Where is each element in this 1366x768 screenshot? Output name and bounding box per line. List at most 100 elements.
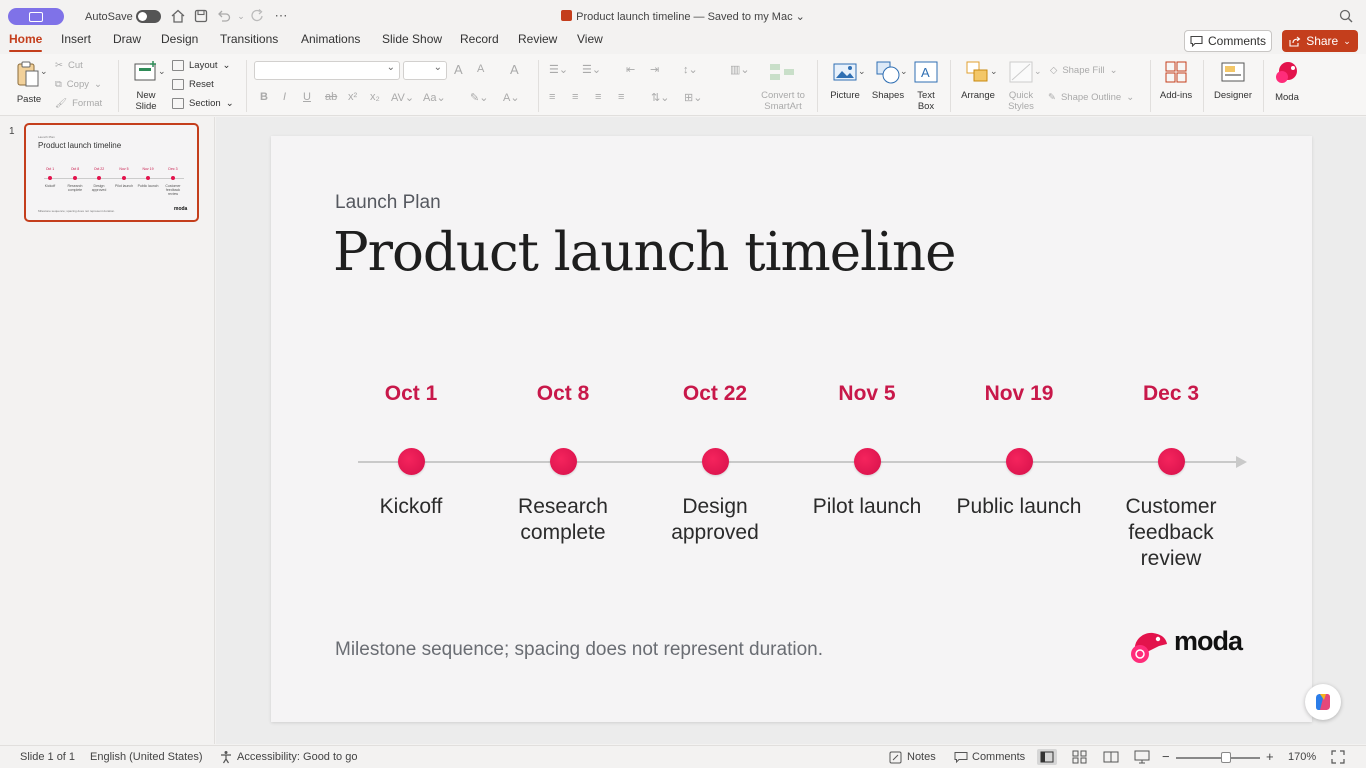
milestone-dot[interactable] <box>550 448 577 475</box>
highlight-icon[interactable]: ✎⌄ <box>470 91 488 104</box>
milestone-date[interactable]: Oct 1 <box>336 382 486 406</box>
milestone-label[interactable]: Public launch <box>934 494 1104 520</box>
milestone-dot[interactable] <box>1006 448 1033 475</box>
slide-thumbnail[interactable]: Launch Plan Product launch timeline Oct … <box>24 123 199 222</box>
tab-home[interactable]: Home <box>9 32 43 52</box>
accessibility-icon[interactable] <box>219 750 233 764</box>
milestone-dot[interactable] <box>854 448 881 475</box>
text-direction-icon[interactable]: ⇅⌄ <box>651 91 669 104</box>
paste-dropdown-icon[interactable]: ⌄ <box>40 66 48 77</box>
align-text-icon[interactable]: ⊞⌄ <box>684 91 702 104</box>
underline-icon[interactable]: U <box>303 91 311 103</box>
zoom-in-icon[interactable]: + <box>1266 749 1274 764</box>
milestone-date[interactable]: Nov 19 <box>944 382 1094 406</box>
milestone-label[interactable]: Research complete <box>503 494 623 546</box>
tab-record[interactable]: Record <box>460 32 499 46</box>
milestone-date[interactable]: Dec 3 <box>1096 382 1246 406</box>
decrease-font-icon[interactable]: A <box>477 63 484 75</box>
shapes-dropdown-icon[interactable]: ⌄ <box>900 66 908 77</box>
increase-indent-icon[interactable]: ⇥ <box>650 63 659 76</box>
slide-show-icon[interactable] <box>1132 749 1152 765</box>
reading-view-icon[interactable] <box>1101 749 1121 765</box>
copy-button[interactable]: ⧉ Copy ⌄ <box>55 79 102 90</box>
milestone-label[interactable]: Pilot launch <box>782 494 952 520</box>
strikethrough-icon[interactable]: ab <box>325 91 337 103</box>
cut-button[interactable]: ✂ Cut <box>55 60 83 71</box>
tab-review[interactable]: Review <box>518 32 557 46</box>
milestone-dot[interactable] <box>702 448 729 475</box>
superscript-icon[interactable]: x² <box>348 91 357 103</box>
notes-button[interactable]: Notes <box>907 751 936 763</box>
format-painter-button[interactable]: 🖌 Format <box>55 98 102 109</box>
tab-design[interactable]: Design <box>161 32 198 46</box>
shape-outline-button[interactable]: ✎ Shape Outline ⌄ <box>1048 92 1134 103</box>
designer-button[interactable]: Designer <box>1210 60 1256 101</box>
comments-button[interactable]: Comments <box>1184 30 1272 52</box>
slide-sorter-icon[interactable] <box>1070 749 1090 765</box>
comments-status-button[interactable]: Comments <box>972 751 1025 763</box>
arrange-dropdown-icon[interactable]: ⌄ <box>990 66 998 77</box>
milestone-date[interactable]: Oct 22 <box>640 382 790 406</box>
copy-dropdown-icon[interactable]: ⌄ <box>94 79 102 90</box>
layout-button[interactable]: Layout ⌄ <box>172 60 231 71</box>
accessibility-status[interactable]: Accessibility: Good to go <box>237 751 357 763</box>
font-family-select[interactable] <box>254 61 400 80</box>
align-right-icon[interactable]: ≡ <box>595 91 601 103</box>
align-left-icon[interactable]: ≡ <box>549 91 555 103</box>
decrease-indent-icon[interactable]: ⇤ <box>626 63 635 76</box>
font-color-icon[interactable]: A⌄ <box>503 91 520 104</box>
reset-button[interactable]: Reset <box>172 79 214 90</box>
search-icon[interactable] <box>1338 8 1354 24</box>
milestone-date[interactable]: Nov 5 <box>792 382 942 406</box>
tab-transitions[interactable]: Transitions <box>220 32 278 46</box>
milestone-dot[interactable] <box>1158 448 1185 475</box>
new-slide-dropdown-icon[interactable]: ⌄ <box>158 66 166 77</box>
zoom-slider-handle[interactable] <box>1221 752 1231 763</box>
zoom-level[interactable]: 170% <box>1288 751 1316 763</box>
share-dropdown-icon[interactable]: ⌄ <box>1343 36 1351 47</box>
normal-view-icon[interactable] <box>1037 749 1057 765</box>
shape-fill-button[interactable]: ◇ Shape Fill ⌄ <box>1050 65 1118 76</box>
bold-icon[interactable]: B <box>260 91 268 103</box>
tab-slide-show[interactable]: Slide Show <box>382 32 442 46</box>
document-title[interactable]: Product launch timeline — Saved to my Ma… <box>0 10 1366 23</box>
increase-font-icon[interactable]: A <box>454 62 463 77</box>
timeline-axis[interactable] <box>358 461 1238 463</box>
convert-to-smartart-button[interactable]: Convert to SmartArt <box>756 60 810 112</box>
bullets-icon[interactable]: ☰⌄ <box>549 63 568 76</box>
slide-footnote[interactable]: Milestone sequence; spacing does not rep… <box>335 639 823 661</box>
moda-logo[interactable]: moda <box>1129 626 1251 666</box>
section-button[interactable]: Section ⌄ <box>172 98 234 109</box>
tab-view[interactable]: View <box>577 32 603 46</box>
italic-icon[interactable]: I <box>283 91 286 103</box>
zoom-out-icon[interactable]: − <box>1162 749 1170 764</box>
subscript-icon[interactable]: x₂ <box>370 91 380 103</box>
slide-title[interactable]: Product launch timeline <box>333 222 957 283</box>
picture-dropdown-icon[interactable]: ⌄ <box>858 66 866 77</box>
clear-formatting-icon[interactable]: A <box>510 62 519 77</box>
milestone-label[interactable]: Customer feedback review <box>1116 494 1226 572</box>
columns-icon[interactable]: ▥⌄ <box>730 63 750 76</box>
tab-insert[interactable]: Insert <box>61 32 91 46</box>
slide[interactable]: Launch Plan Product launch timeline Oct … <box>271 136 1312 722</box>
add-ins-button[interactable]: Add-ins <box>1156 60 1196 101</box>
text-box-button[interactable]: A Text Box <box>911 60 941 112</box>
milestone-label[interactable]: Kickoff <box>326 494 496 520</box>
share-button[interactable]: Share ⌄ <box>1282 30 1358 52</box>
numbering-icon[interactable]: ☰⌄ <box>582 63 601 76</box>
tab-animations[interactable]: Animations <box>301 32 360 46</box>
quick-styles-dropdown-icon[interactable]: ⌄ <box>1034 66 1042 77</box>
change-case-icon[interactable]: Aa⌄ <box>423 91 446 104</box>
copilot-button[interactable] <box>1305 684 1341 720</box>
line-spacing-icon[interactable]: ↕⌄ <box>683 63 698 76</box>
justify-icon[interactable]: ≡ <box>618 91 624 103</box>
milestone-dot[interactable] <box>398 448 425 475</box>
tab-draw[interactable]: Draw <box>113 32 141 46</box>
milestone-label[interactable]: Design approved <box>660 494 770 546</box>
character-spacing-icon[interactable]: AV⌄ <box>391 91 414 104</box>
zoom-slider[interactable] <box>1176 757 1260 759</box>
slide-eyebrow[interactable]: Launch Plan <box>335 192 441 214</box>
language-indicator[interactable]: English (United States) <box>90 751 203 763</box>
milestone-date[interactable]: Oct 8 <box>488 382 638 406</box>
font-size-select[interactable] <box>403 61 447 80</box>
